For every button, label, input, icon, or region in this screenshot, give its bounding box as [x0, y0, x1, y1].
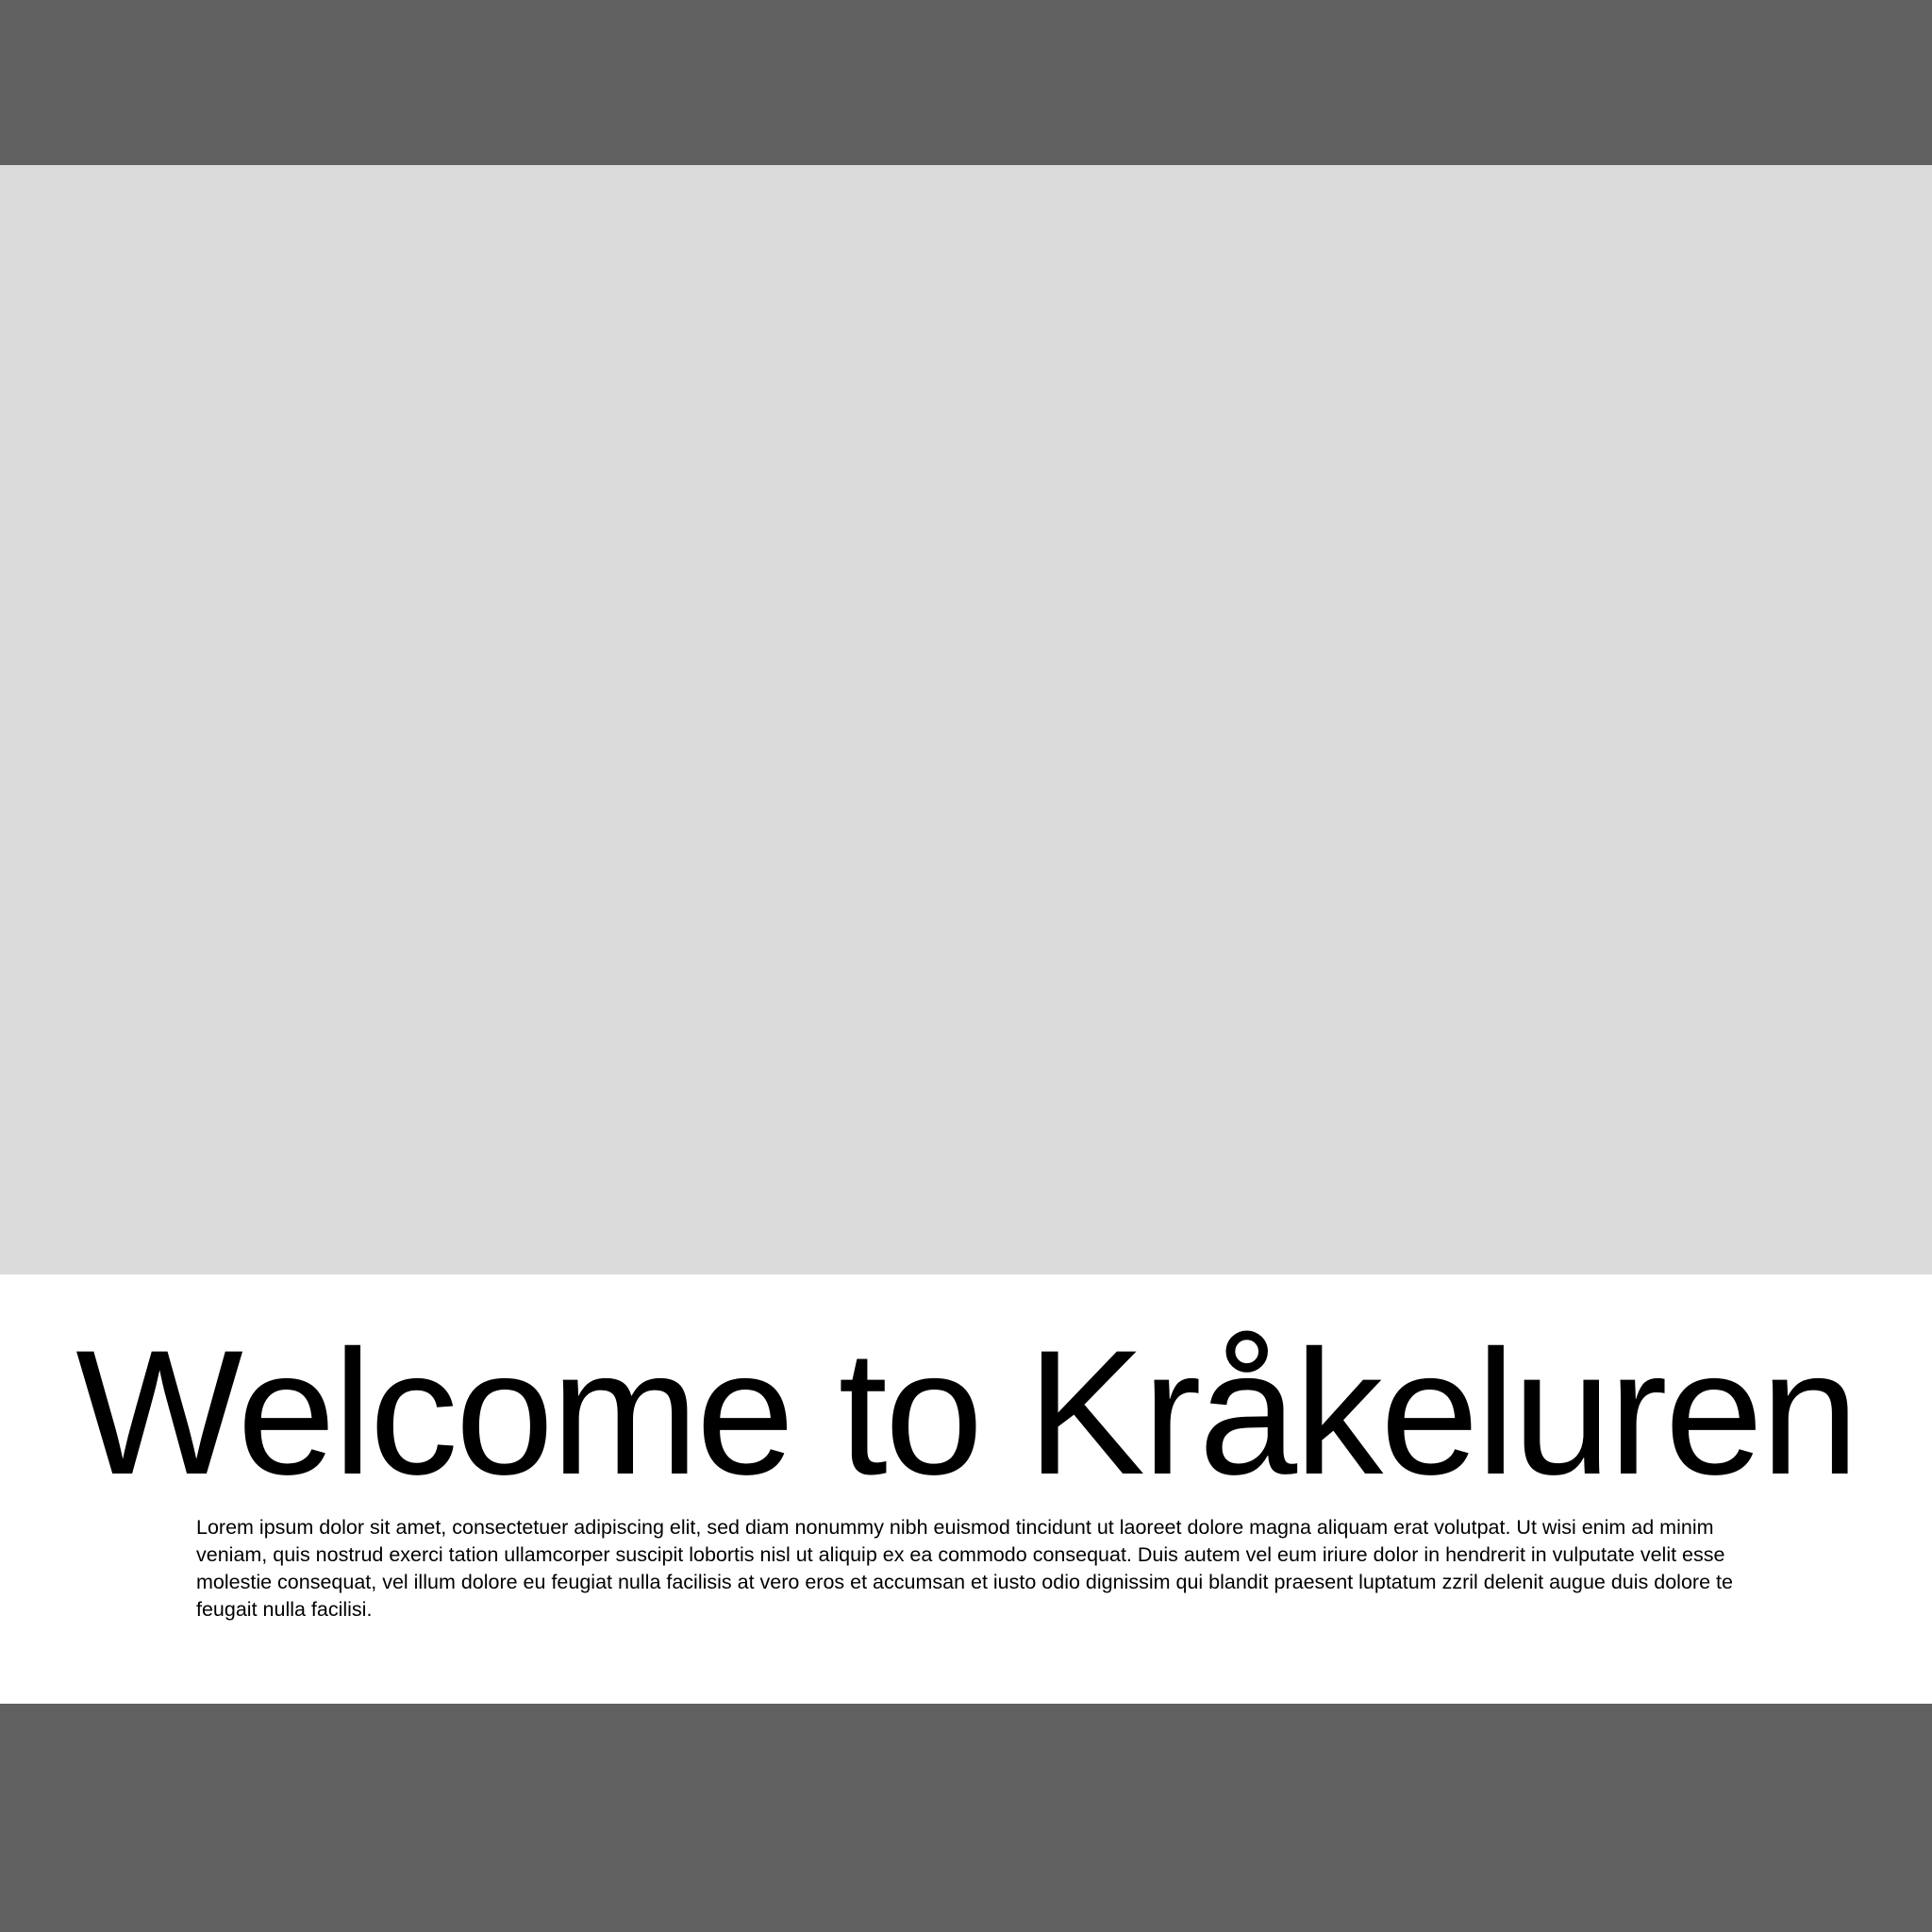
footer-bar — [0, 1704, 1932, 1932]
header-bar — [0, 0, 1932, 165]
intro-paragraph: Lorem ipsum dolor sit amet, consectetuer… — [196, 1516, 1733, 1621]
hero-image-placeholder — [0, 165, 1932, 1274]
content-section: Welcome to Kråkeluren Lorem ipsum dolor … — [0, 1274, 1932, 1704]
page-title: Welcome to Kråkeluren — [75, 1313, 1859, 1511]
page: Welcome to Kråkeluren Lorem ipsum dolor … — [0, 0, 1932, 1932]
